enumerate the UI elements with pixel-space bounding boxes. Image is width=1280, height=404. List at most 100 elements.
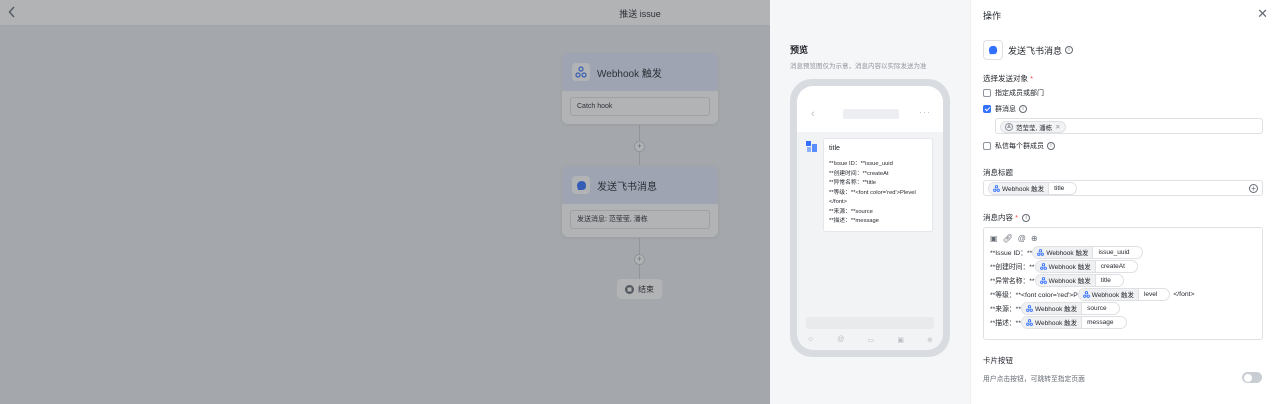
modal-overlay[interactable] (0, 0, 770, 404)
content-label: 消息内容 * i (983, 212, 1031, 223)
preview-description: 消息预览图仅为示意，消息内容以实际发送为准 (790, 63, 927, 70)
message-line: **Issue ID：**issue_uuid (829, 161, 893, 167)
image-icon: ▣ (897, 337, 904, 344)
group-select[interactable]: ♙ 范莹莹, 潘栋 ✕ (995, 118, 1263, 134)
preview-title: 预览 (790, 45, 809, 55)
preview-panel: 预览 消息预览图仅为示意，消息内容以实际发送为准 ‹ ··· title **I… (770, 0, 970, 404)
webhook-icon (1026, 318, 1033, 326)
card-button-desc: 用户点击按钮，可跳转至指定页面 (983, 376, 1085, 383)
variable-source: Webhook 触发 (1078, 288, 1139, 300)
content-suffix: </font> (1173, 290, 1195, 298)
variable-source: Webhook 触发 (989, 182, 1050, 194)
content-prefix: **来源：** (990, 306, 1021, 313)
variable-pill[interactable]: Webhook 触发 issue_uuid (1032, 245, 1143, 259)
content-line: **异常名称：** Webhook 触发 title (990, 273, 1256, 287)
phone-header: ‹ ··· (797, 86, 943, 132)
more-icon: ··· (919, 107, 931, 117)
variable-source: Webhook 触发 (1021, 316, 1083, 328)
variable-pill[interactable]: Webhook 触发 title (1034, 273, 1124, 287)
emoji-icon: ☺ (807, 336, 815, 343)
option-members[interactable]: 指定成员或部门 (983, 88, 1044, 98)
content-prefix: **异常名称：** (990, 278, 1035, 285)
content-line: **Issue ID：** Webhook 触发 issue_uuid (990, 245, 1256, 259)
chevron-left-icon: ‹ (811, 108, 815, 120)
message-title: title (829, 145, 840, 152)
phone-screen: ‹ ··· title **Issue ID：**issue_uuid **创建… (797, 86, 943, 350)
target-label: 选择发送对象 * (983, 74, 1034, 83)
variable-field: createAt (1100, 262, 1125, 270)
webhook-icon (1037, 248, 1045, 256)
content-line: **创建时间：** Webhook 触发 createAt (990, 259, 1256, 273)
variable-pill[interactable]: Webhook 触发 source (1020, 301, 1120, 315)
content-prefix: **创建时间：** (990, 264, 1035, 271)
variable-field: level (1143, 290, 1158, 298)
private-checkbox[interactable] (983, 142, 991, 150)
action-name: 发送飞书消息 (1008, 45, 1063, 56)
add-circle-icon: ⊕ (927, 337, 933, 344)
variable-source: Webhook 触发 (1021, 302, 1083, 314)
message-card: title **Issue ID：**issue_uuid **创建时间：**c… (823, 138, 933, 232)
content-lines: **Issue ID：** Webhook 触发 issue_uuid **创建时间：… (990, 245, 1256, 329)
card-button-label: 卡片按钮 (983, 356, 1013, 365)
variable-field: title (1054, 184, 1065, 192)
variable-field: issue_uuid (1098, 248, 1130, 256)
variable-pill[interactable]: Webhook 触发 title (988, 181, 1078, 195)
option-private[interactable]: 私信每个群成员 i (983, 141, 1055, 151)
message-line: **描述：**message (829, 218, 879, 224)
content-line: **描述：** Webhook 触发 message (990, 315, 1256, 329)
group-chip-label: 范莹莹, 潘栋 (1016, 125, 1053, 132)
webhook-icon (1039, 262, 1047, 270)
at-icon: @ (837, 336, 845, 343)
info-icon[interactable]: i (1022, 214, 1031, 223)
message-line: **来源：**source (829, 208, 873, 215)
phone-toolbar: ☺ @ ▭ ▣ ⊕ (807, 336, 933, 344)
phone-input-placeholder (806, 317, 934, 329)
message-line: **异常名称：**title (829, 180, 877, 186)
message-line: **创建时间：**createAt (829, 170, 889, 177)
phone-title-placeholder (843, 109, 899, 119)
option-group-label: 群消息 (995, 106, 1016, 113)
operation-panel: 操作 ✕ 发送飞书消息 i 选择发送对象 * 指定成员或部门 群消息 i ♙ 范… (970, 0, 1280, 404)
info-icon[interactable]: i (1065, 46, 1074, 54)
panel-title: 操作 (983, 11, 1002, 21)
variable-pill[interactable]: Webhook 触发 message (1020, 315, 1127, 329)
content-prefix: **Issue ID：** (990, 250, 1033, 257)
card-button-toggle[interactable] (1242, 372, 1262, 383)
editor-toolbar: ▣ 🔗︎ @ ⊕ (990, 234, 1256, 243)
variable-field: source (1087, 304, 1107, 312)
content-prefix: **描述：** (990, 320, 1021, 327)
info-icon[interactable]: i (1019, 105, 1027, 113)
variable-source: Webhook 触发 (1033, 246, 1094, 258)
feishu-message-icon (983, 40, 1003, 60)
phone-mockup: ‹ ··· title **Issue ID：**issue_uuid **创建… (790, 79, 950, 357)
option-private-label: 私信每个群成员 (995, 143, 1044, 150)
info-icon[interactable]: i (1047, 142, 1055, 150)
video-icon: ▭ (867, 337, 875, 344)
variable-pill[interactable]: Webhook 触发 createAt (1034, 259, 1138, 273)
webhook-icon (1039, 276, 1047, 284)
action-header: 发送飞书消息 i (983, 40, 1074, 60)
subject-input[interactable]: Webhook 触发 title + (983, 180, 1263, 196)
group-chip[interactable]: ♙ 范莹莹, 潘栋 ✕ (1000, 121, 1066, 133)
group-avatar-icon: ♙ (1005, 123, 1013, 131)
add-variable-icon[interactable]: + (1249, 183, 1258, 193)
content-editor[interactable]: ▣ 🔗︎ @ ⊕ **Issue ID：** Webhook 触发 issue_uu… (983, 227, 1263, 340)
variable-field: message (1087, 318, 1114, 326)
option-members-label: 指定成员或部门 (995, 90, 1044, 97)
message-line: </font> (829, 199, 848, 205)
bot-avatar-icon (806, 141, 818, 153)
option-group[interactable]: 群消息 i (983, 104, 1027, 114)
members-checkbox[interactable] (983, 89, 991, 97)
webhook-icon (1082, 290, 1090, 298)
variable-pill[interactable]: Webhook 触发 level (1077, 287, 1171, 301)
image-icon[interactable]: ▣ (990, 234, 998, 243)
remove-icon[interactable]: ✕ (1055, 123, 1060, 131)
group-checkbox[interactable] (983, 105, 991, 113)
add-circle-icon[interactable]: ⊕ (1031, 234, 1038, 243)
close-icon[interactable]: ✕ (1257, 7, 1268, 20)
link-icon[interactable]: 🔗︎ (1003, 234, 1013, 243)
content-prefix: **等级：**<font color='red'>P (990, 292, 1078, 299)
variable-source: Webhook 触发 (1035, 274, 1096, 286)
at-icon[interactable]: @ (1018, 234, 1026, 243)
variable-field: title (1100, 276, 1111, 284)
